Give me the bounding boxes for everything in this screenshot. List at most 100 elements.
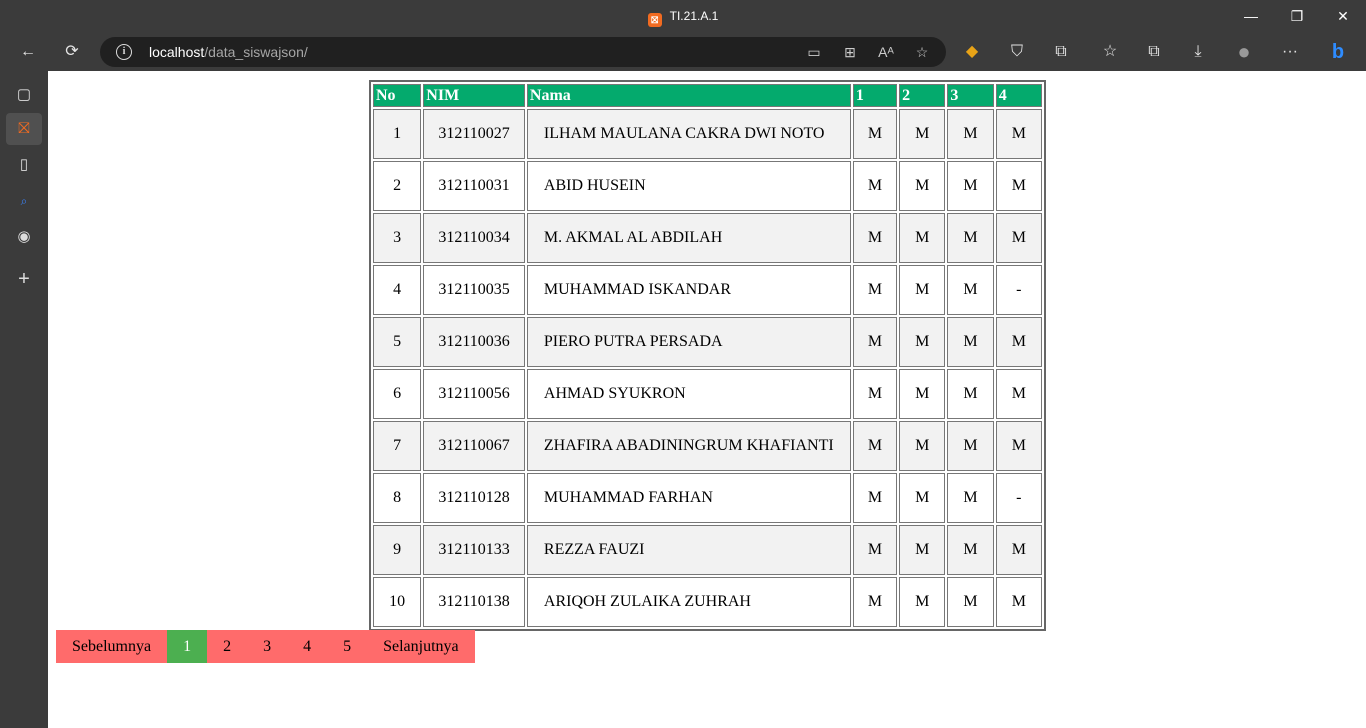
extensions-icon[interactable]: ⧉ xyxy=(1043,33,1079,71)
more-icon[interactable]: ··· xyxy=(1272,33,1308,71)
cell-1: M xyxy=(852,525,898,575)
add-icon[interactable]: + xyxy=(6,263,42,295)
next-page-link[interactable]: Selanjutnya xyxy=(367,630,475,663)
document-icon[interactable]: ▯ xyxy=(6,149,42,181)
tab-actions-icon[interactable]: ▢ xyxy=(6,79,42,111)
apps-icon[interactable]: ⊞ xyxy=(832,37,868,67)
table-row: 1 312110027 ILHAM MAULANA CAKRA DWI NOTO M M… xyxy=(373,109,1042,159)
cell-3: M xyxy=(947,317,994,367)
cell-nama: ILHAM MAULANA CAKRA DWI NOTO xyxy=(526,109,851,159)
cell-no: 5 xyxy=(373,317,422,367)
prev-page-link[interactable]: Sebelumnya xyxy=(56,630,168,663)
read-aloud-icon[interactable]: Aᴬ xyxy=(868,37,904,67)
cell-3: M xyxy=(947,577,994,627)
cell-3: M xyxy=(947,473,994,523)
refresh-icon[interactable]: ⟳ xyxy=(54,33,90,71)
page-link-1[interactable]: 1 xyxy=(167,630,208,663)
cell-2: M xyxy=(899,109,946,159)
bing-icon[interactable]: b xyxy=(1320,33,1356,71)
header-1: 1 xyxy=(852,84,898,107)
cell-no: 2 xyxy=(373,161,422,211)
cell-nama: ABID HUSEIN xyxy=(526,161,851,211)
table-row: 10 312110138 ARIQOH ZULAIKA ZUHRAH M M M M xyxy=(373,577,1042,627)
download-icon[interactable]: ⤓ xyxy=(1180,33,1216,71)
table-row: 8 312110128 MUHAMMAD FARHAN M M M - xyxy=(373,473,1042,523)
cell-1: M xyxy=(852,577,898,627)
cell-no: 9 xyxy=(373,525,422,575)
cell-2: M xyxy=(899,213,946,263)
cell-1: M xyxy=(852,421,898,471)
page-link-4[interactable]: 4 xyxy=(287,630,328,663)
minimize-button[interactable]: — xyxy=(1228,0,1274,33)
info-icon[interactable]: i xyxy=(116,44,132,60)
address-bar[interactable]: i localhost/data_siswajson/ ▭ ⊞ Aᴬ ☆ xyxy=(100,37,946,67)
table-row: 6 312110056 AHMAD SYUKRON M M M M xyxy=(373,369,1042,419)
shield-icon[interactable]: ⛉ xyxy=(999,33,1035,71)
cell-2: M xyxy=(899,161,946,211)
extension-icon[interactable]: ◆ xyxy=(954,33,990,71)
search-icon[interactable]: ⌕ xyxy=(6,185,42,217)
window-title-text: TI.21.A.1 xyxy=(669,9,719,23)
header-4: 4 xyxy=(995,84,1042,107)
cell-1: M xyxy=(852,317,898,367)
screen-icon[interactable]: ▭ xyxy=(796,37,832,67)
xampp-tab-icon[interactable]: ⛝ xyxy=(6,113,42,145)
cell-3: M xyxy=(947,213,994,263)
cell-nim: 312110138 xyxy=(423,577,525,627)
page-link-2[interactable]: 2 xyxy=(207,630,248,663)
cell-3: M xyxy=(947,421,994,471)
cell-nim: 312110128 xyxy=(423,473,525,523)
cell-1: M xyxy=(852,109,898,159)
url-text[interactable]: localhost/data_siswajson/ xyxy=(149,44,308,60)
table-row: 7 312110067 ZHAFIRA ABADININGRUM KHAFIANTI… xyxy=(373,421,1042,471)
cell-4: M xyxy=(995,161,1042,211)
cell-no: 6 xyxy=(373,369,422,419)
cell-4: M xyxy=(995,317,1042,367)
cell-no: 3 xyxy=(373,213,422,263)
add-favorite-icon[interactable]: ☆ xyxy=(904,37,940,67)
cell-1: M xyxy=(852,161,898,211)
cell-3: M xyxy=(947,161,994,211)
cell-no: 7 xyxy=(373,421,422,471)
cell-nama: REZZA FAUZI xyxy=(526,525,851,575)
header-nama: Nama xyxy=(526,84,851,107)
title-bar: ⛝ TI.21.A.1 — ❐ ✕ xyxy=(0,0,1366,33)
cell-4: - xyxy=(995,265,1042,315)
page-link-5[interactable]: 5 xyxy=(327,630,368,663)
cell-nama: ZHAFIRA ABADININGRUM KHAFIANTI xyxy=(526,421,851,471)
collections-icon[interactable]: ⧉ xyxy=(1136,33,1172,71)
cell-3: M xyxy=(947,265,994,315)
back-icon[interactable]: ← xyxy=(10,33,46,71)
cell-4: M xyxy=(995,369,1042,419)
cell-nim: 312110067 xyxy=(423,421,525,471)
favorites-icon[interactable]: ☆ xyxy=(1092,33,1128,71)
profile-icon[interactable]: ● xyxy=(1226,33,1262,71)
cell-nim: 312110031 xyxy=(423,161,525,211)
header-2: 2 xyxy=(899,84,946,107)
table-row: 9 312110133 REZZA FAUZI M M M M xyxy=(373,525,1042,575)
cell-no: 8 xyxy=(373,473,422,523)
cell-3: M xyxy=(947,109,994,159)
cell-no: 10 xyxy=(373,577,422,627)
cell-nama: MUHAMMAD ISKANDAR xyxy=(526,265,851,315)
close-button[interactable]: ✕ xyxy=(1320,0,1366,33)
cell-2: M xyxy=(899,473,946,523)
browser-toolbar: ← ⟳ i localhost/data_siswajson/ ▭ ⊞ Aᴬ ☆… xyxy=(0,33,1366,71)
cell-1: M xyxy=(852,213,898,263)
cell-no: 1 xyxy=(373,109,422,159)
table-header-row: No NIM Nama 1 2 3 4 xyxy=(373,84,1042,107)
table-body: 1 312110027 ILHAM MAULANA CAKRA DWI NOTO M M… xyxy=(373,109,1042,627)
page-link-3[interactable]: 3 xyxy=(247,630,288,663)
restore-button[interactable]: ❐ xyxy=(1274,0,1320,33)
cell-2: M xyxy=(899,265,946,315)
cell-nim: 312110133 xyxy=(423,525,525,575)
cell-4: M xyxy=(995,421,1042,471)
cell-3: M xyxy=(947,525,994,575)
cell-1: M xyxy=(852,265,898,315)
window-title: ⛝ TI.21.A.1 xyxy=(0,9,1366,27)
cell-2: M xyxy=(899,577,946,627)
student-table: No NIM Nama 1 2 3 4 1 312110027 ILHAM MAUL… xyxy=(369,80,1046,631)
cell-1: M xyxy=(852,473,898,523)
cell-nama: AHMAD SYUKRON xyxy=(526,369,851,419)
github-icon[interactable]: ◉ xyxy=(6,221,42,253)
